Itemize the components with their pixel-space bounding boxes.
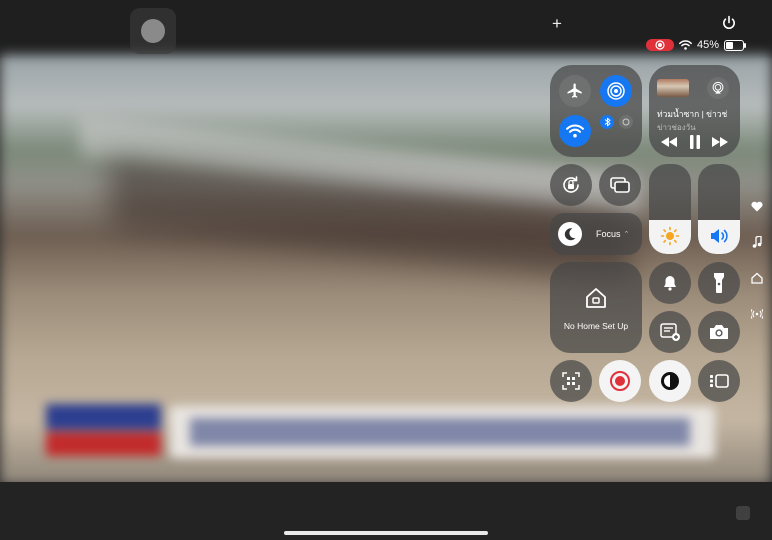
- fast-forward-icon: [712, 137, 728, 147]
- airplay-icon: [712, 81, 724, 94]
- rewind-button[interactable]: [659, 133, 679, 151]
- airplay-button[interactable]: [707, 77, 729, 99]
- battery-percentage: 45%: [697, 39, 720, 51]
- cellular-button[interactable]: [619, 115, 633, 129]
- cellular-icon: [622, 118, 630, 126]
- home-label: No Home Set Up: [563, 321, 629, 331]
- flashlight-icon: [714, 273, 724, 293]
- code-scanner-button[interactable]: [550, 360, 592, 402]
- record-icon: [610, 371, 630, 391]
- silent-mode-button[interactable]: [649, 262, 691, 304]
- battery-icon: [724, 39, 747, 51]
- bell-icon: [664, 276, 676, 291]
- camera-icon: [710, 325, 728, 339]
- focus-button[interactable]: Focus ⌃: [550, 213, 642, 255]
- volume-slider[interactable]: [698, 164, 740, 254]
- bluetooth-button[interactable]: [600, 115, 614, 129]
- airplane-icon: [567, 83, 582, 98]
- airdrop-icon: [607, 82, 625, 100]
- screen-mirroring-icon: [610, 177, 630, 193]
- sun-icon: [660, 226, 680, 246]
- now-playing-module[interactable]: ท่วมน้ำซาก | ข่าวช่ ข่าวช่องวัน: [649, 65, 740, 157]
- focus-label: Focus: [596, 229, 621, 239]
- quick-note-button[interactable]: [649, 311, 691, 353]
- news-lower-third: [40, 400, 720, 462]
- connectivity-module[interactable]: [550, 65, 642, 157]
- pause-button[interactable]: [685, 133, 705, 151]
- wifi-toggle-icon: [566, 124, 584, 138]
- add-icon[interactable]: +: [552, 15, 562, 32]
- dark-mode-button[interactable]: [649, 360, 691, 402]
- home-indicator[interactable]: [284, 531, 488, 535]
- wifi-button[interactable]: [559, 115, 591, 147]
- dark-mode-icon: [661, 372, 679, 390]
- assistive-touch-button[interactable]: [130, 8, 176, 54]
- power-icon[interactable]: [721, 15, 737, 31]
- home-small-icon[interactable]: [748, 269, 766, 287]
- focus-chevron-icon: ⌃: [623, 231, 630, 238]
- album-artwork: [657, 79, 689, 97]
- wifi-icon: [679, 40, 692, 50]
- pause-icon: [690, 135, 700, 149]
- airdrop-button[interactable]: [600, 75, 632, 107]
- corner-overlay-icon: [736, 506, 750, 520]
- fast-forward-button[interactable]: [710, 133, 730, 151]
- home-module[interactable]: No Home Set Up: [550, 262, 642, 353]
- heart-icon[interactable]: [748, 197, 766, 215]
- speaker-icon: [711, 229, 728, 243]
- airplane-mode-button[interactable]: [559, 75, 591, 107]
- moon-icon: [558, 222, 582, 246]
- status-bar: 45%: [646, 38, 747, 52]
- brightness-slider[interactable]: [649, 164, 691, 254]
- screen-mirroring-button[interactable]: [599, 164, 641, 206]
- house-icon: [586, 288, 606, 308]
- signal-icon[interactable]: [748, 305, 766, 323]
- stage-manager-button[interactable]: [698, 360, 740, 402]
- stage-manager-icon: [710, 374, 729, 388]
- rotation-lock-icon: [563, 176, 579, 193]
- bluetooth-icon: [604, 117, 610, 127]
- track-title: ท่วมน้ำซาก | ข่าวช่: [657, 109, 728, 119]
- screen-recording-icon[interactable]: [646, 39, 674, 51]
- rotation-lock-button[interactable]: [550, 164, 592, 206]
- quick-note-icon: [660, 323, 680, 341]
- side-shortcut-strip: [748, 197, 766, 341]
- rewind-icon: [661, 137, 677, 147]
- flashlight-button[interactable]: [698, 262, 740, 304]
- music-note-icon[interactable]: [748, 233, 766, 251]
- screen-recording-button[interactable]: [599, 360, 641, 402]
- camera-button[interactable]: [698, 311, 740, 353]
- qr-scanner-icon: [562, 372, 580, 390]
